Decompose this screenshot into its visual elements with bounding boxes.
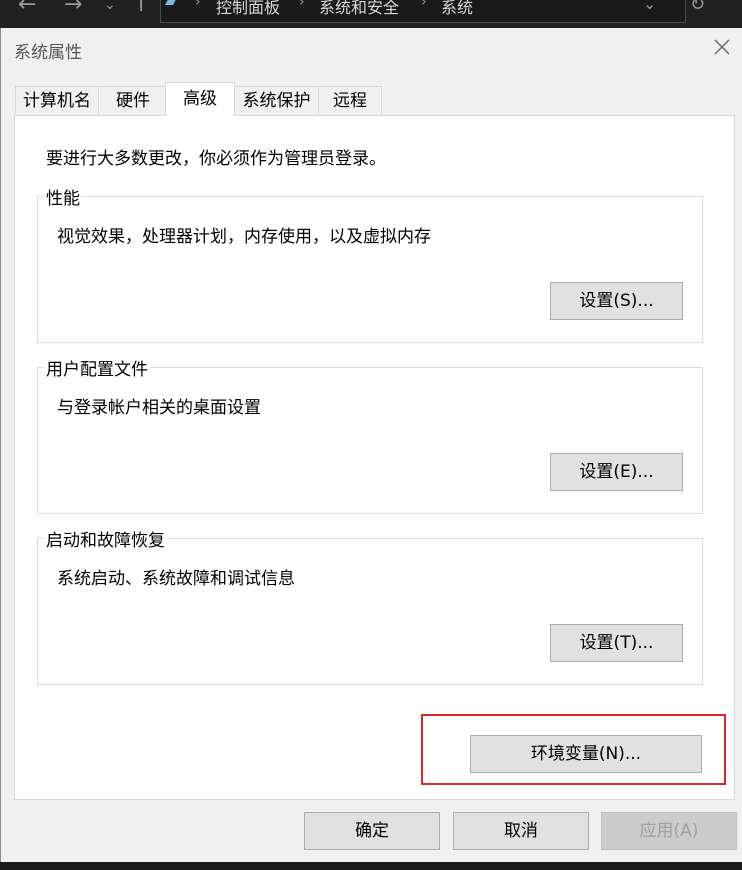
history-dropdown-icon[interactable]: ⌄ [643,0,656,13]
back-arrow-icon[interactable]: ← [18,0,36,16]
admin-notice: 要进行大多数更改，你必须作为管理员登录。 [46,149,386,169]
system-properties-dialog: 系统属性 计算机名 硬件 高级 系统保护 远程 要进行大多数更改，你必须作为管理… [0,28,742,862]
performance-description: 视觉效果，处理器计划，内存使用，以及虚拟内存 [57,227,431,247]
startup-recovery-group-label: 启动和故障恢复 [44,526,167,551]
user-profiles-group-label: 用户配置文件 [44,355,150,380]
tab-hardware[interactable]: 硬件 [98,86,168,115]
tab-computer-name[interactable]: 计算机名 [15,86,99,115]
forward-arrow-icon[interactable]: → [64,0,82,16]
user-profiles-group: 用户配置文件 与登录帐户相关的桌面设置 设置(E)... [37,355,703,514]
advanced-tab-panel: 要进行大多数更改，你必须作为管理员登录。 性能 视觉效果，处理器计划，内存使用，… [14,115,735,800]
control-panel-icon: ▰ [165,0,176,10]
user-profiles-description: 与登录帐户相关的桌面设置 [57,398,261,418]
up-arrow-icon[interactable]: ↑ [132,0,150,16]
breadcrumb-system[interactable]: 系统 [441,0,473,18]
ok-button[interactable]: 确定 [304,812,440,850]
refresh-icon[interactable]: ↻ [690,0,705,14]
performance-settings-button[interactable]: 设置(S)... [550,282,683,320]
startup-recovery-settings-button[interactable]: 设置(T)... [550,624,683,662]
dialog-title: 系统属性 [14,43,82,63]
environment-variables-button[interactable]: 环境变量(N)... [470,735,702,773]
apply-button[interactable]: 应用(A) [601,812,737,850]
performance-group-label: 性能 [44,184,82,209]
tab-system-protection[interactable]: 系统保护 [234,86,319,115]
cancel-button[interactable]: 取消 [453,812,589,850]
startup-recovery-description: 系统启动、系统故障和调试信息 [57,569,295,589]
close-icon[interactable] [711,36,733,58]
recent-chevron-icon[interactable]: ⌄ [104,0,116,14]
tab-advanced[interactable]: 高级 [165,82,235,116]
breadcrumb-control-panel[interactable]: 控制面板 [216,0,280,18]
user-profiles-settings-button[interactable]: 设置(E)... [550,453,683,491]
tab-remote[interactable]: 远程 [318,86,382,115]
breadcrumb-separator-icon[interactable]: › [421,0,427,10]
address-box[interactable]: ▰ › 控制面板 › 系统和安全 › 系统 ⌄ [160,0,686,23]
breadcrumb-separator-icon[interactable]: › [195,0,201,10]
breadcrumb-system-security[interactable]: 系统和安全 [319,0,399,18]
background-window-strip [0,862,742,870]
breadcrumb-separator-icon[interactable]: › [299,0,305,10]
startup-recovery-group: 启动和故障恢复 系统启动、系统故障和调试信息 设置(T)... [37,526,703,685]
explorer-address-bar: ← → ⌄ ↑ ▰ › 控制面板 › 系统和安全 › 系统 ⌄ ↻ [0,0,742,28]
performance-group: 性能 视觉效果，处理器计划，内存使用，以及虚拟内存 设置(S)... [37,184,703,343]
